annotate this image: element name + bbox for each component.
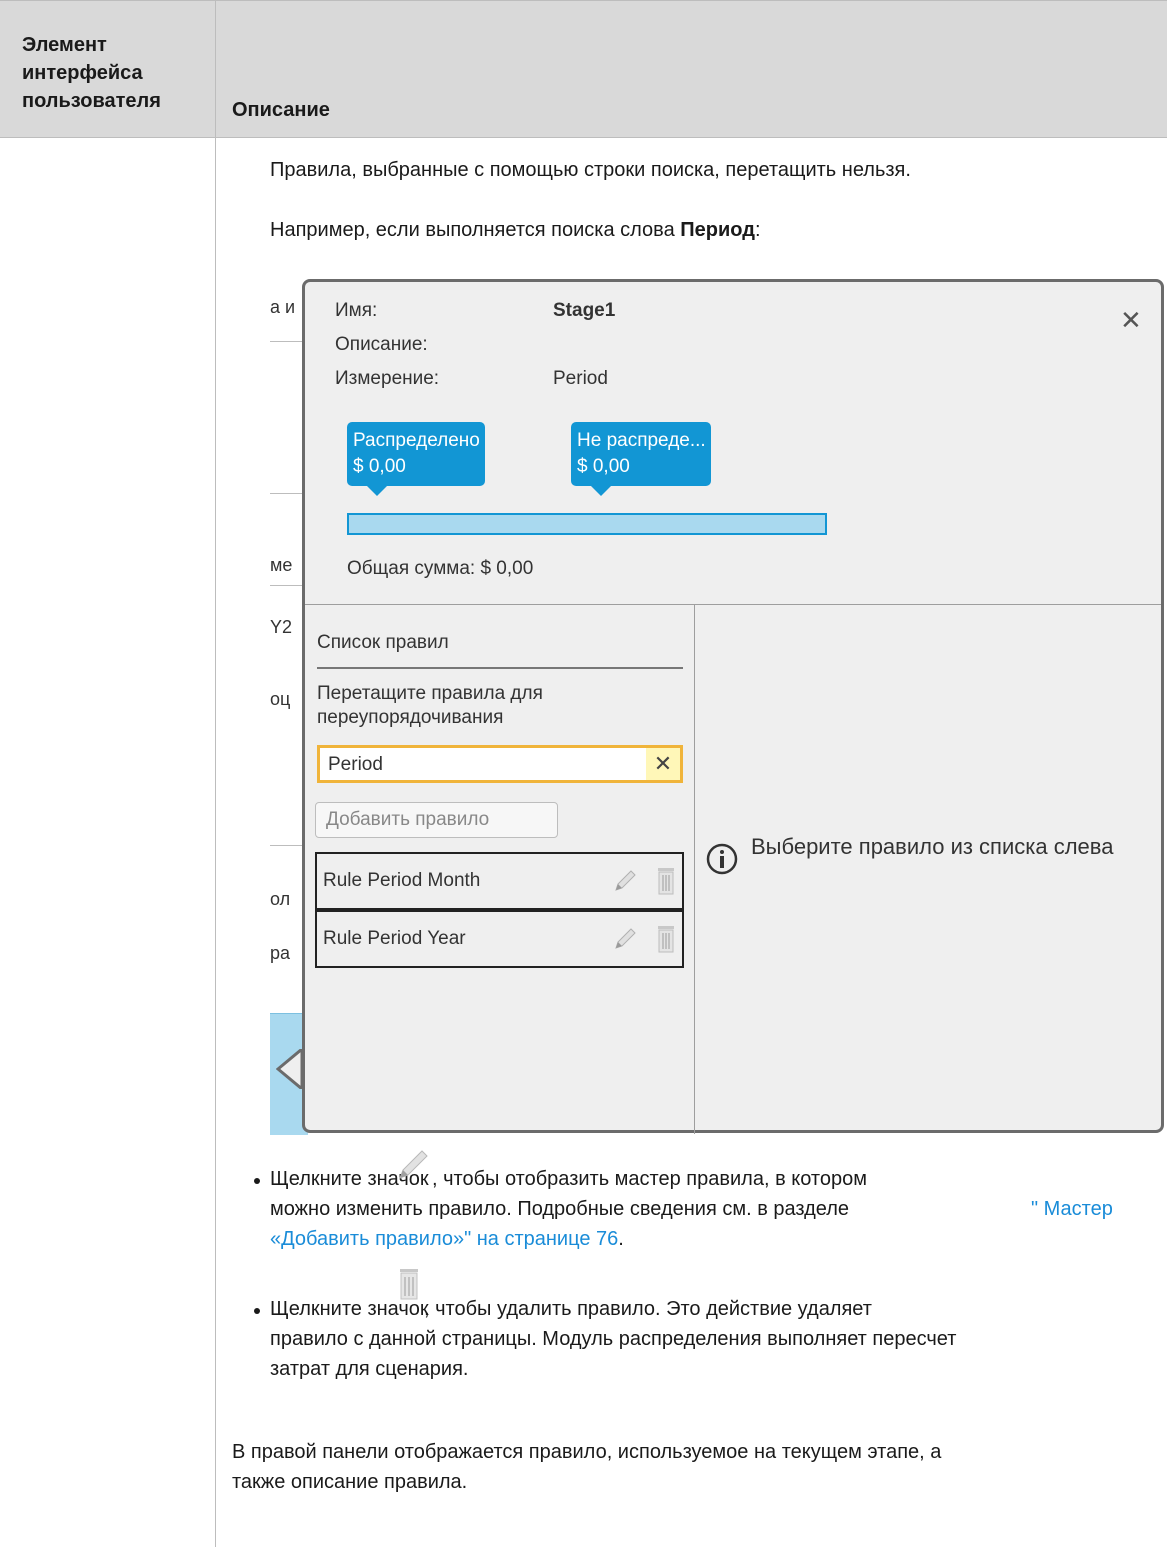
add-rule-wizard-link-cont[interactable]: «Добавить правило»" на странице 76 (270, 1228, 618, 1250)
column-header-ui-element: Элемент интерфейса пользователя (22, 34, 161, 112)
allocated-title: Распределено (353, 430, 480, 451)
rule-search[interactable]: ✕ (317, 745, 683, 783)
description-label: Описание: (335, 334, 428, 355)
horizontal-splitter (305, 604, 1161, 605)
bg-divider (270, 341, 306, 342)
unallocated-value: $ 0,00 (577, 456, 630, 477)
drag-hint: Перетащите правила для переупорядочивани… (317, 682, 543, 730)
bullet2-line2: правило с данной страницы. Модуль распре… (270, 1328, 957, 1350)
bg-fragment: ме (270, 555, 293, 575)
bg-divider (270, 845, 306, 846)
right-pane-description-line1: В правой панели отображается правило, ис… (232, 1441, 942, 1463)
vertical-splitter[interactable] (694, 604, 695, 1134)
example-text: Например, если выполняется поиска слова (270, 219, 681, 241)
bullet1-line2: можно изменить правило. Подробные сведен… (270, 1198, 850, 1220)
bullet1-period: . (618, 1228, 624, 1250)
rule-list-item[interactable]: Rule Period Month (315, 852, 684, 910)
paragraph-search-note: Правила, выбранные с помощью строки поис… (270, 159, 911, 181)
bullet-dot (254, 1178, 260, 1184)
bg-fragment: Y2 (270, 617, 293, 637)
example-keyword: Период (680, 219, 755, 241)
total-amount: Общая сумма: $ 0,00 (347, 558, 534, 579)
bg-fragment: оц (270, 689, 291, 709)
right-pane-description-line2: также описание правила. (232, 1471, 468, 1493)
bullet1-text-rest: , чтобы отобразить мастер правила, в кот… (432, 1168, 867, 1190)
example-colon: : (754, 219, 761, 241)
edit-pencil-icon (399, 1150, 428, 1179)
bullet-dot (254, 1308, 260, 1314)
rules-title-underline (317, 667, 683, 669)
bg-divider (270, 493, 306, 494)
bg-fragment: а и (270, 297, 296, 317)
info-message: Выберите правило из списка слева (751, 834, 1114, 859)
allocated-callout: Распределено $ 0,00 (347, 422, 485, 496)
unallocated-title: Не распреде... (577, 430, 706, 451)
table-header: Элемент интерфейса пользователя Описание (0, 0, 1167, 139)
add-rule-button[interactable]: Добавить правило (315, 802, 558, 838)
info-icon (706, 843, 738, 875)
dimension-value: Period (553, 368, 608, 389)
drag-hint-line2: переупорядочивания (317, 707, 504, 728)
rule-label: Rule Period Year (323, 928, 466, 949)
unallocated-callout: Не распреде... $ 0,00 (571, 422, 711, 496)
edit-pencil-icon[interactable] (613, 868, 637, 894)
edit-pencil-icon[interactable] (613, 926, 637, 952)
allocated-value: $ 0,00 (353, 456, 406, 477)
embedded-screenshot: а и ме Y2 оц ол ра Имя: Stage1 ✕ Описани… (270, 279, 1167, 1135)
popup-pointer (276, 1049, 302, 1089)
column-divider (215, 138, 216, 1547)
bullet2-line3: затрат для сценария. (270, 1358, 469, 1380)
bullet1-line3: «Добавить правило»" на странице 76. (270, 1224, 624, 1254)
header-divider (215, 1, 216, 139)
name-label: Имя: (335, 300, 378, 321)
bg-fragment: ол (270, 889, 291, 909)
close-icon[interactable]: ✕ (1120, 307, 1142, 333)
rules-list-title: Список правил (317, 632, 449, 653)
trash-icon[interactable] (654, 924, 678, 954)
add-rule-wizard-link[interactable]: " Мастер (1031, 1194, 1113, 1224)
column-header-description: Описание (232, 99, 330, 121)
clear-search-icon[interactable]: ✕ (646, 748, 680, 780)
allocation-bar (347, 513, 827, 535)
trash-icon[interactable] (654, 866, 678, 896)
rule-label: Rule Period Month (323, 870, 481, 891)
rule-list-item[interactable]: Rule Period Year (315, 910, 684, 968)
drag-hint-line1: Перетащите правила для (317, 683, 543, 704)
bullet2-text-rest: , чтобы удалить правило. Это действие уд… (424, 1298, 872, 1320)
dimension-label: Измерение: (335, 368, 440, 389)
bg-divider (270, 585, 306, 586)
bg-fragment: ра (270, 943, 291, 963)
name-value: Stage1 (553, 300, 616, 321)
trash-icon (400, 1269, 418, 1300)
stage-popup: Имя: Stage1 ✕ Описание: Измерение: Perio… (302, 279, 1164, 1134)
rule-search-input[interactable] (328, 754, 628, 776)
paragraph-example: Например, если выполняется поиска слова … (270, 215, 761, 245)
